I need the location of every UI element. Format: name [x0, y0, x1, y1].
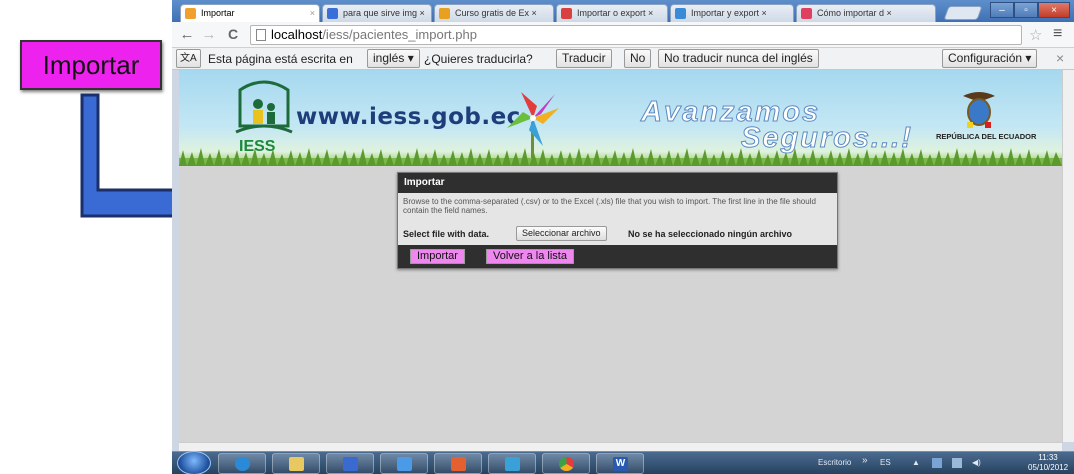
- windows-taskbar: W Escritorio » ES ▲ ◀) 11:33 05/10/2012: [172, 451, 1074, 474]
- chrome-icon: [559, 457, 574, 471]
- import-button[interactable]: Importar: [410, 249, 465, 264]
- action-center-icon[interactable]: [932, 458, 942, 468]
- word-taskbar-icon[interactable]: W: [596, 453, 644, 474]
- translate-prefix-text: Esta página está escrita en: [208, 52, 353, 66]
- minimize-button[interactable]: –: [990, 2, 1014, 18]
- forward-icon[interactable]: →: [200, 26, 218, 43]
- omnibox-bar: ← → C localhost/iess/pacientes_import.ph…: [172, 22, 1074, 48]
- translate-icon: 文A: [176, 49, 201, 68]
- close-icon[interactable]: ×: [1056, 50, 1064, 66]
- tab-importar[interactable]: Importar ×: [180, 4, 320, 22]
- tab-title: Cómo importar d ×: [817, 8, 892, 18]
- grass-decoration: [179, 148, 1062, 166]
- aulaclic-favicon: [439, 8, 450, 19]
- url-host: localhost: [271, 27, 323, 42]
- folder-icon: [289, 457, 304, 471]
- xampp-taskbar-icon[interactable]: [434, 453, 482, 474]
- translate-button[interactable]: Traducir: [556, 49, 612, 68]
- google-favicon: [327, 8, 338, 19]
- tab-importar-o-export[interactable]: Importar o export ×: [556, 4, 668, 22]
- translate-bar: 文A Esta página está escrita en inglés ▾ …: [172, 48, 1074, 70]
- tab-title: Importar o export ×: [577, 8, 654, 18]
- back-icon[interactable]: ←: [178, 26, 196, 43]
- horizontal-scrollbar[interactable]: [179, 442, 1062, 451]
- chrome-taskbar-icon[interactable]: [542, 453, 590, 474]
- tab-title: Importar: [201, 8, 235, 18]
- url-path: /iess/pacientes_import.php: [322, 27, 477, 42]
- republic-text: REPÚBLICA DEL ECUADOR: [936, 132, 1037, 141]
- xampp-icon: [451, 457, 466, 471]
- site-favicon: [675, 8, 686, 19]
- clock-date: 05/10/2012: [1028, 463, 1069, 472]
- tab-title: para que sirve img ×: [343, 8, 425, 18]
- network-tray-icon[interactable]: [952, 458, 962, 468]
- media-taskbar-icon[interactable]: [326, 453, 374, 474]
- tab-como-importar[interactable]: Cómo importar d ×: [796, 4, 936, 22]
- close-icon[interactable]: ×: [310, 5, 315, 21]
- choose-file-button[interactable]: Seleccionar archivo: [516, 226, 607, 241]
- tab-importar-y-export[interactable]: Importar y export ×: [670, 4, 794, 22]
- import-dialog: Importar Browse to the comma-separated (…: [397, 172, 838, 269]
- dolphin-icon: [505, 457, 520, 471]
- clock-time: 11:33: [1038, 453, 1058, 462]
- dolphin-taskbar-icon[interactable]: [488, 453, 536, 474]
- ie-icon: [235, 457, 250, 471]
- word-icon: W: [613, 457, 628, 471]
- chevron-icon[interactable]: »: [862, 455, 868, 466]
- dialog-title: Importar: [398, 173, 837, 193]
- tab-strip: Importar × para que sirve img × Curso gra…: [172, 0, 1074, 22]
- file-label: Select file with data.: [403, 229, 490, 239]
- iess-logo-icon: [235, 80, 293, 134]
- site-favicon: [561, 8, 572, 19]
- volume-icon[interactable]: ◀): [972, 458, 981, 467]
- language-indicator[interactable]: ES: [880, 458, 891, 467]
- up-arrow-icon[interactable]: ▲: [912, 458, 920, 467]
- media-player-icon: [343, 457, 358, 471]
- url-input[interactable]: localhost/iess/pacientes_import.php: [250, 25, 1022, 45]
- iess-banner: IESS www.iess.gob.ec Avanzamos Seguros..…: [179, 70, 1062, 166]
- browser-window: Importar × para que sirve img × Curso gra…: [172, 0, 1074, 474]
- reload-icon[interactable]: C: [224, 26, 242, 42]
- explorer-taskbar-icon[interactable]: [272, 453, 320, 474]
- no-button[interactable]: No: [624, 49, 652, 68]
- new-tab-button[interactable]: [943, 6, 983, 20]
- clock[interactable]: 11:33 05/10/2012: [1028, 453, 1068, 473]
- ecuador-coat-of-arms-icon: [963, 92, 995, 128]
- configuration-button[interactable]: Configuración ▾: [942, 49, 1038, 68]
- tab-curso-gratis[interactable]: Curso gratis de Ex ×: [434, 4, 554, 22]
- importar-favicon: [185, 8, 196, 19]
- site-favicon: [801, 8, 812, 19]
- network-taskbar-icon[interactable]: [380, 453, 428, 474]
- back-to-list-button[interactable]: Volver a la lista: [486, 249, 574, 264]
- close-window-button[interactable]: ×: [1038, 2, 1070, 18]
- file-status-text: No se ha seleccionado ningún archivo: [628, 229, 793, 239]
- vertical-scrollbar[interactable]: [1062, 70, 1074, 442]
- page-icon: [256, 29, 266, 41]
- translate-question-text: ¿Quieres traducirla?: [424, 52, 533, 66]
- dialog-description: Browse to the comma-separated (.csv) or …: [403, 197, 816, 215]
- language-select[interactable]: inglés ▾: [367, 49, 420, 68]
- maximize-button[interactable]: ▫: [1014, 2, 1038, 18]
- dialog-footer: Importar Volver a la lista: [398, 245, 837, 268]
- desktop-label[interactable]: Escritorio: [818, 458, 851, 467]
- site-url-text: www.iess.gob.ec: [296, 104, 521, 130]
- tab-para-que-sirve[interactable]: para que sirve img ×: [322, 4, 432, 22]
- never-translate-button[interactable]: No traducir nunca del inglés: [658, 49, 819, 68]
- bookmark-star-icon[interactable]: ☆: [1029, 26, 1042, 44]
- network-icon: [397, 457, 412, 471]
- ie-taskbar-icon[interactable]: [218, 453, 266, 474]
- chrome-menu-icon[interactable]: ≡: [1053, 25, 1062, 43]
- page-content: IESS www.iess.gob.ec Avanzamos Seguros..…: [179, 70, 1062, 442]
- tab-title: Curso gratis de Ex ×: [455, 8, 537, 18]
- tab-title: Importar y export ×: [691, 8, 767, 18]
- start-button[interactable]: [177, 451, 211, 474]
